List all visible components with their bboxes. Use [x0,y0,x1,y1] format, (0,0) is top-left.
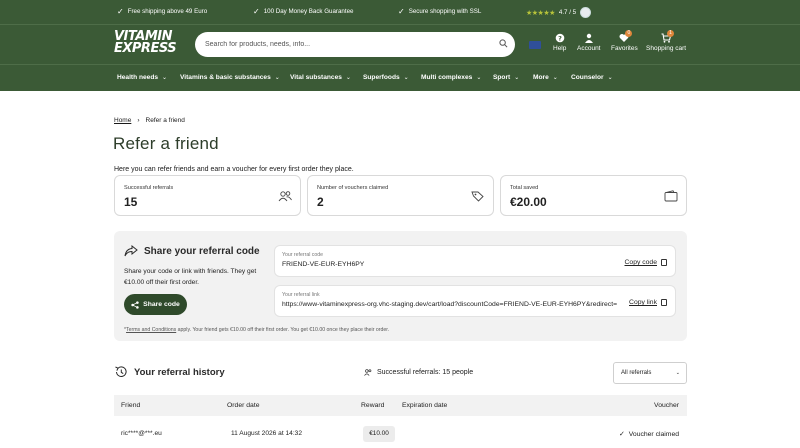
row-friend: ric****@***.eu [121,430,162,437]
help-icon: ? [555,33,564,42]
history-icon [115,366,127,377]
check-icon: ✓ [398,7,405,16]
main-navigation: Health needs ⌄ Vitamins & basic substance… [0,64,800,91]
row-reward-badge: €10.00 [363,426,395,442]
top-usp-bar: ✓ Free shipping above 49 Euro ✓ 100 Day … [0,0,800,24]
breadcrumb-current: Refer a friend [145,117,185,124]
stat-successful-referrals: Successful referrals 15 [114,175,301,216]
check-icon: ✓ [253,7,260,16]
successful-referrals-summary: Successful referrals: 15 people [364,369,473,376]
chevron-down-icon: ⌄ [403,75,409,81]
nav-counselor[interactable]: Counselor ⌄ [571,74,613,81]
chevron-down-icon: ⌄ [274,75,280,81]
wallet-icon [664,190,678,202]
chevron-down-icon: ⌄ [476,75,482,81]
table-row: ric****@***.eu 11 August 2026 at 14:32 €… [114,416,687,448]
tag-icon [471,191,484,202]
chevron-down-icon: ⌄ [162,75,168,81]
share-arrow-icon [124,245,138,257]
column-order-date: Order date [227,402,260,409]
stat-total-saved: Total saved €20.00 [500,175,687,216]
nav-vital-substances[interactable]: Vital substances ⌄ [290,74,351,81]
column-reward: Reward [361,402,385,409]
shopping-cart-button[interactable]: 1 Shopping cart [646,30,686,52]
referral-history-heading: Your referral history [114,365,225,379]
column-expiration-date: Expiration date [402,402,448,409]
usp-secure-ssl: ✓ Secure shopping with SSL [398,7,482,16]
search-bar [195,32,515,57]
copy-code-button[interactable]: Copy code [625,259,667,266]
copy-icon [661,259,667,266]
copy-link-button[interactable]: Copy link [629,299,667,306]
page-intro: Here you can refer friends and earn a vo… [114,166,354,173]
column-voucher: Voucher [654,402,679,409]
chevron-down-icon: ⌄ [607,75,613,81]
share-code-button[interactable]: Share code [124,294,187,315]
chevron-down-icon: ⌄ [345,75,351,81]
chevron-down-icon: ⌄ [675,370,680,376]
search-icon[interactable] [499,39,508,48]
column-friend: Friend [121,402,141,409]
check-icon: ✓ [619,431,625,438]
page-title: Refer a friend [113,134,219,153]
trust-seal-icon[interactable] [580,7,592,18]
history-table-header: Friend Order date Reward Expiration date… [114,395,687,416]
share-referral-panel: Share your referral code Share your code… [114,231,687,341]
referral-code-value[interactable]: FRIEND-VE-EUR-EYH6PY [282,261,622,268]
site-header: VITAMIN EXPRESS ? Help Account 0 Favorit… [0,24,800,64]
rating-stars: ★★★★★ [526,9,555,17]
breadcrumb: Home › Refer a friend [114,117,185,124]
nav-sport[interactable]: Sport ⌄ [493,74,519,81]
copy-icon [661,299,667,306]
referral-link-field: Your referral link https://www-vitaminex… [274,285,676,317]
user-icon [584,33,593,43]
nav-more[interactable]: More ⌄ [533,74,558,81]
share-heading: Share your referral code [124,245,260,257]
stat-vouchers-claimed: Number of vouchers claimed 2 [307,175,494,216]
rating-value: 4.7 / 5 [558,9,577,16]
nav-health-needs[interactable]: Health needs ⌄ [117,74,167,81]
favorites-button[interactable]: 0 Favorites [611,30,638,52]
chevron-right-icon: › [137,117,140,124]
referral-code-field: Your referral code FRIEND-VE-EUR-EYH6PY … [274,245,676,277]
terms-note: *Terms and Conditions apply. Your friend… [124,327,390,333]
share-icon [131,300,139,309]
help-button[interactable]: ? Help [553,33,566,52]
referral-link-value[interactable]: https://www-vitaminexpress-org.vhc-stagi… [282,301,622,308]
favorites-count-badge: 0 [625,30,633,37]
nav-multi-complexes[interactable]: Multi complexes ⌄ [421,74,481,81]
row-order-date: 11 August 2026 at 14:32 [231,430,303,437]
breadcrumb-home-link[interactable]: Home [114,117,131,124]
terms-link[interactable]: Terms and Conditions [126,327,176,333]
svg-text:?: ? [558,34,562,42]
search-input[interactable] [205,37,485,52]
row-voucher-status: ✓ Voucher claimed [619,430,679,439]
check-icon: ✓ [117,7,124,16]
chevron-down-icon: ⌄ [552,75,558,81]
usp-money-back: ✓ 100 Day Money Back Guarantee [253,7,354,16]
vitaminexpress-logo[interactable]: VITAMIN EXPRESS [114,30,184,58]
eu-flag-icon[interactable] [529,41,541,49]
referral-filter-select[interactable]: All referrals ⌄ [613,362,687,384]
people-icon [364,369,372,376]
shop-rating[interactable]: ★★★★★ 4.7 / 5 [526,7,592,18]
account-button[interactable]: Account [577,33,601,52]
usp-free-shipping: ✓ Free shipping above 49 Euro [117,7,208,16]
share-description: Share your code or link with friends. Th… [124,268,257,286]
nav-superfoods[interactable]: Superfoods ⌄ [363,74,409,81]
chevron-down-icon: ⌄ [514,75,520,81]
nav-vitamins[interactable]: Vitamins & basic substances ⌄ [180,74,280,81]
cart-count-badge: 1 [667,30,675,37]
people-icon [278,191,292,202]
